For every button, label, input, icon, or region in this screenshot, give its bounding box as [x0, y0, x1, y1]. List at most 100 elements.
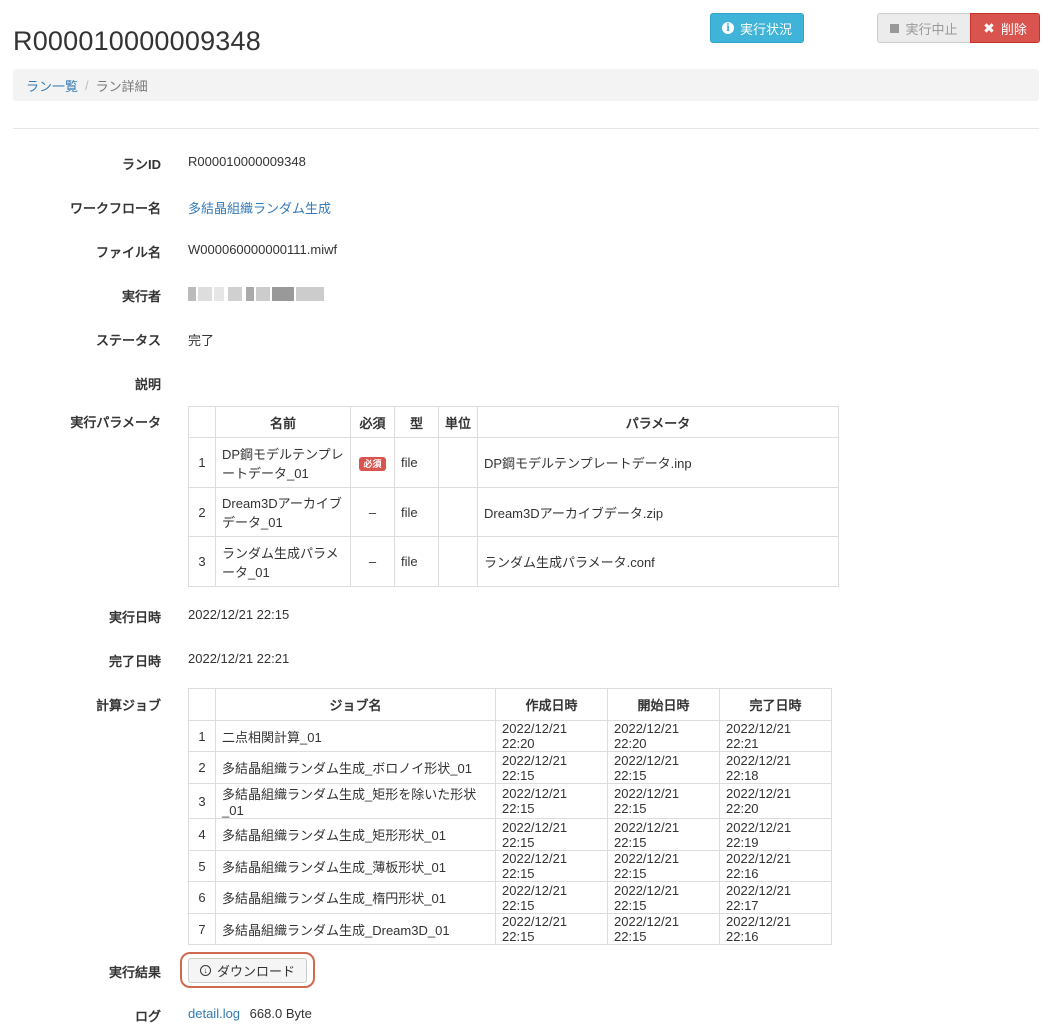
run-id-label: ランID: [121, 157, 161, 172]
params-header-value: パラメータ: [477, 406, 839, 438]
param-value: ランダム生成パラメータ.conf: [477, 536, 839, 587]
delete-label: 削除: [1000, 21, 1027, 37]
job-no: 3: [188, 783, 216, 819]
divider: [13, 128, 1039, 129]
breadcrumb: ラン一覧 / ラン詳細: [13, 69, 1039, 101]
job-name: 二点相関計算_01: [215, 720, 496, 752]
job-started: 2022/12/21 22:15: [607, 913, 720, 945]
description-label: 説明: [134, 377, 161, 392]
done-date-value: 2022/12/21 22:21: [188, 651, 290, 666]
job-no: 5: [188, 850, 216, 882]
job-name: 多結晶組織ランダム生成_ボロノイ形状_01: [215, 751, 496, 784]
job-name: 多結晶組織ランダム生成_薄板形状_01: [215, 850, 496, 882]
table-row: 2 多結晶組織ランダム生成_ボロノイ形状_01 2022/12/21 22:15…: [188, 751, 832, 784]
job-no: 6: [188, 881, 216, 914]
breadcrumb-current: ラン詳細: [95, 78, 148, 94]
params-header-no: [188, 406, 216, 438]
job-name: 多結晶組織ランダム生成_矩形形状_01: [215, 818, 496, 851]
delete-button[interactable]: ✖ 削除: [970, 13, 1040, 43]
param-name: ランダム生成パラメータ_01: [215, 536, 351, 587]
required-badge: 必須: [359, 456, 386, 471]
stop-icon: [890, 23, 900, 33]
job-name: 多結晶組織ランダム生成_Dream3D_01: [215, 913, 496, 945]
executor-label: 実行者: [121, 289, 161, 304]
job-started: 2022/12/21 22:20: [607, 720, 720, 752]
status-label: ステータス: [95, 333, 161, 348]
file-label: ファイル名: [95, 245, 161, 260]
job-finished: 2022/12/21 22:19: [719, 818, 832, 851]
job-created: 2022/12/21 22:15: [495, 850, 608, 882]
table-row: 1 DP鋼モデルテンプレートデータ_01 必須 file DP鋼モデルテンプレー…: [188, 437, 839, 488]
param-required: –: [350, 536, 395, 587]
jobs-header-created: 作成日時: [495, 688, 608, 721]
log-label: ログ: [134, 1009, 161, 1024]
workflow-link[interactable]: 多結晶組織ランダム生成: [188, 201, 331, 216]
param-required: –: [350, 487, 395, 537]
table-row: 6 多結晶組織ランダム生成_楕円形状_01 2022/12/21 22:15 2…: [188, 881, 832, 914]
job-no: 1: [188, 720, 216, 752]
job-finished: 2022/12/21 22:21: [719, 720, 832, 752]
job-finished: 2022/12/21 22:16: [719, 913, 832, 945]
table-row: 7 多結晶組織ランダム生成_Dream3D_01 2022/12/21 22:1…: [188, 913, 832, 945]
param-unit: [438, 536, 478, 587]
job-created: 2022/12/21 22:15: [495, 913, 608, 945]
exec-date-value: 2022/12/21 22:15: [188, 607, 290, 622]
table-row: 5 多結晶組織ランダム生成_薄板形状_01 2022/12/21 22:15 2…: [188, 850, 832, 882]
jobs-table: ジョブ名 作成日時 開始日時 完了日時 1 二点相関計算_01 2022/12/…: [188, 688, 832, 945]
param-name: Dream3Dアーカイブデータ_01: [215, 487, 351, 537]
job-started: 2022/12/21 22:15: [607, 751, 720, 784]
params-label: 実行パラメータ: [70, 415, 161, 430]
info-icon: i: [721, 22, 734, 34]
job-started: 2022/12/21 22:15: [607, 850, 720, 882]
job-finished: 2022/12/21 22:17: [719, 881, 832, 914]
table-row: 2 Dream3Dアーカイブデータ_01 – file Dream3Dアーカイブ…: [188, 487, 839, 537]
page-title: R000010000009348: [13, 26, 261, 56]
exec-date-label: 実行日時: [108, 610, 161, 625]
breadcrumb-separator: /: [85, 77, 89, 93]
jobs-header-finished: 完了日時: [719, 688, 832, 721]
job-no: 4: [188, 818, 216, 851]
job-created: 2022/12/21 22:15: [495, 881, 608, 914]
params-header-name: 名前: [215, 406, 351, 438]
executor-redacted: [188, 287, 324, 301]
status-value: 完了: [188, 333, 215, 348]
download-button[interactable]: ↓ ダウンロード: [188, 958, 307, 983]
stop-button[interactable]: 実行中止: [877, 13, 971, 43]
table-row: 3 ランダム生成パラメータ_01 – file ランダム生成パラメータ.conf: [188, 536, 839, 587]
params-table: 名前 必須 型 単位 パラメータ 1 DP鋼モデルテンプレートデータ_01 必須…: [188, 406, 839, 587]
params-header-type: 型: [394, 406, 439, 438]
breadcrumb-run-list[interactable]: ラン一覧: [26, 76, 78, 95]
param-type: file: [394, 536, 439, 587]
jobs-header-name: ジョブ名: [215, 688, 496, 721]
run-status-button[interactable]: i 実行状況: [710, 13, 804, 43]
job-created: 2022/12/21 22:15: [495, 751, 608, 784]
param-unit: [438, 437, 478, 488]
job-started: 2022/12/21 22:15: [607, 818, 720, 851]
job-no: 7: [188, 913, 216, 945]
param-name: DP鋼モデルテンプレートデータ_01: [215, 437, 351, 488]
job-finished: 2022/12/21 22:20: [719, 783, 832, 819]
table-row: 1 二点相関計算_01 2022/12/21 22:20 2022/12/21 …: [188, 720, 832, 752]
jobs-label: 計算ジョブ: [95, 698, 161, 713]
job-name: 多結晶組織ランダム生成_楕円形状_01: [215, 881, 496, 914]
job-started: 2022/12/21 22:15: [607, 881, 720, 914]
run-id-value: R000010000009348: [188, 154, 306, 169]
params-header-required: 必須: [350, 406, 395, 438]
param-value: Dream3Dアーカイブデータ.zip: [477, 487, 839, 537]
params-header-unit: 単位: [438, 406, 478, 438]
param-no: 1: [188, 437, 216, 488]
log-link[interactable]: detail.log: [188, 1006, 240, 1021]
result-label: 実行結果: [108, 965, 161, 980]
param-type: file: [394, 487, 439, 537]
job-created: 2022/12/21 22:15: [495, 818, 608, 851]
table-row: 4 多結晶組織ランダム生成_矩形形状_01 2022/12/21 22:15 2…: [188, 818, 832, 851]
file-value: W000060000000111.miwf: [188, 242, 338, 257]
param-no: 2: [188, 487, 216, 537]
job-created: 2022/12/21 22:20: [495, 720, 608, 752]
jobs-header-started: 開始日時: [607, 688, 720, 721]
close-icon: ✖: [983, 19, 995, 36]
run-status-label: 実行状況: [739, 21, 792, 37]
param-value: DP鋼モデルテンプレートデータ.inp: [477, 437, 839, 488]
job-started: 2022/12/21 22:15: [607, 783, 720, 819]
download-label: ダウンロード: [216, 964, 295, 979]
